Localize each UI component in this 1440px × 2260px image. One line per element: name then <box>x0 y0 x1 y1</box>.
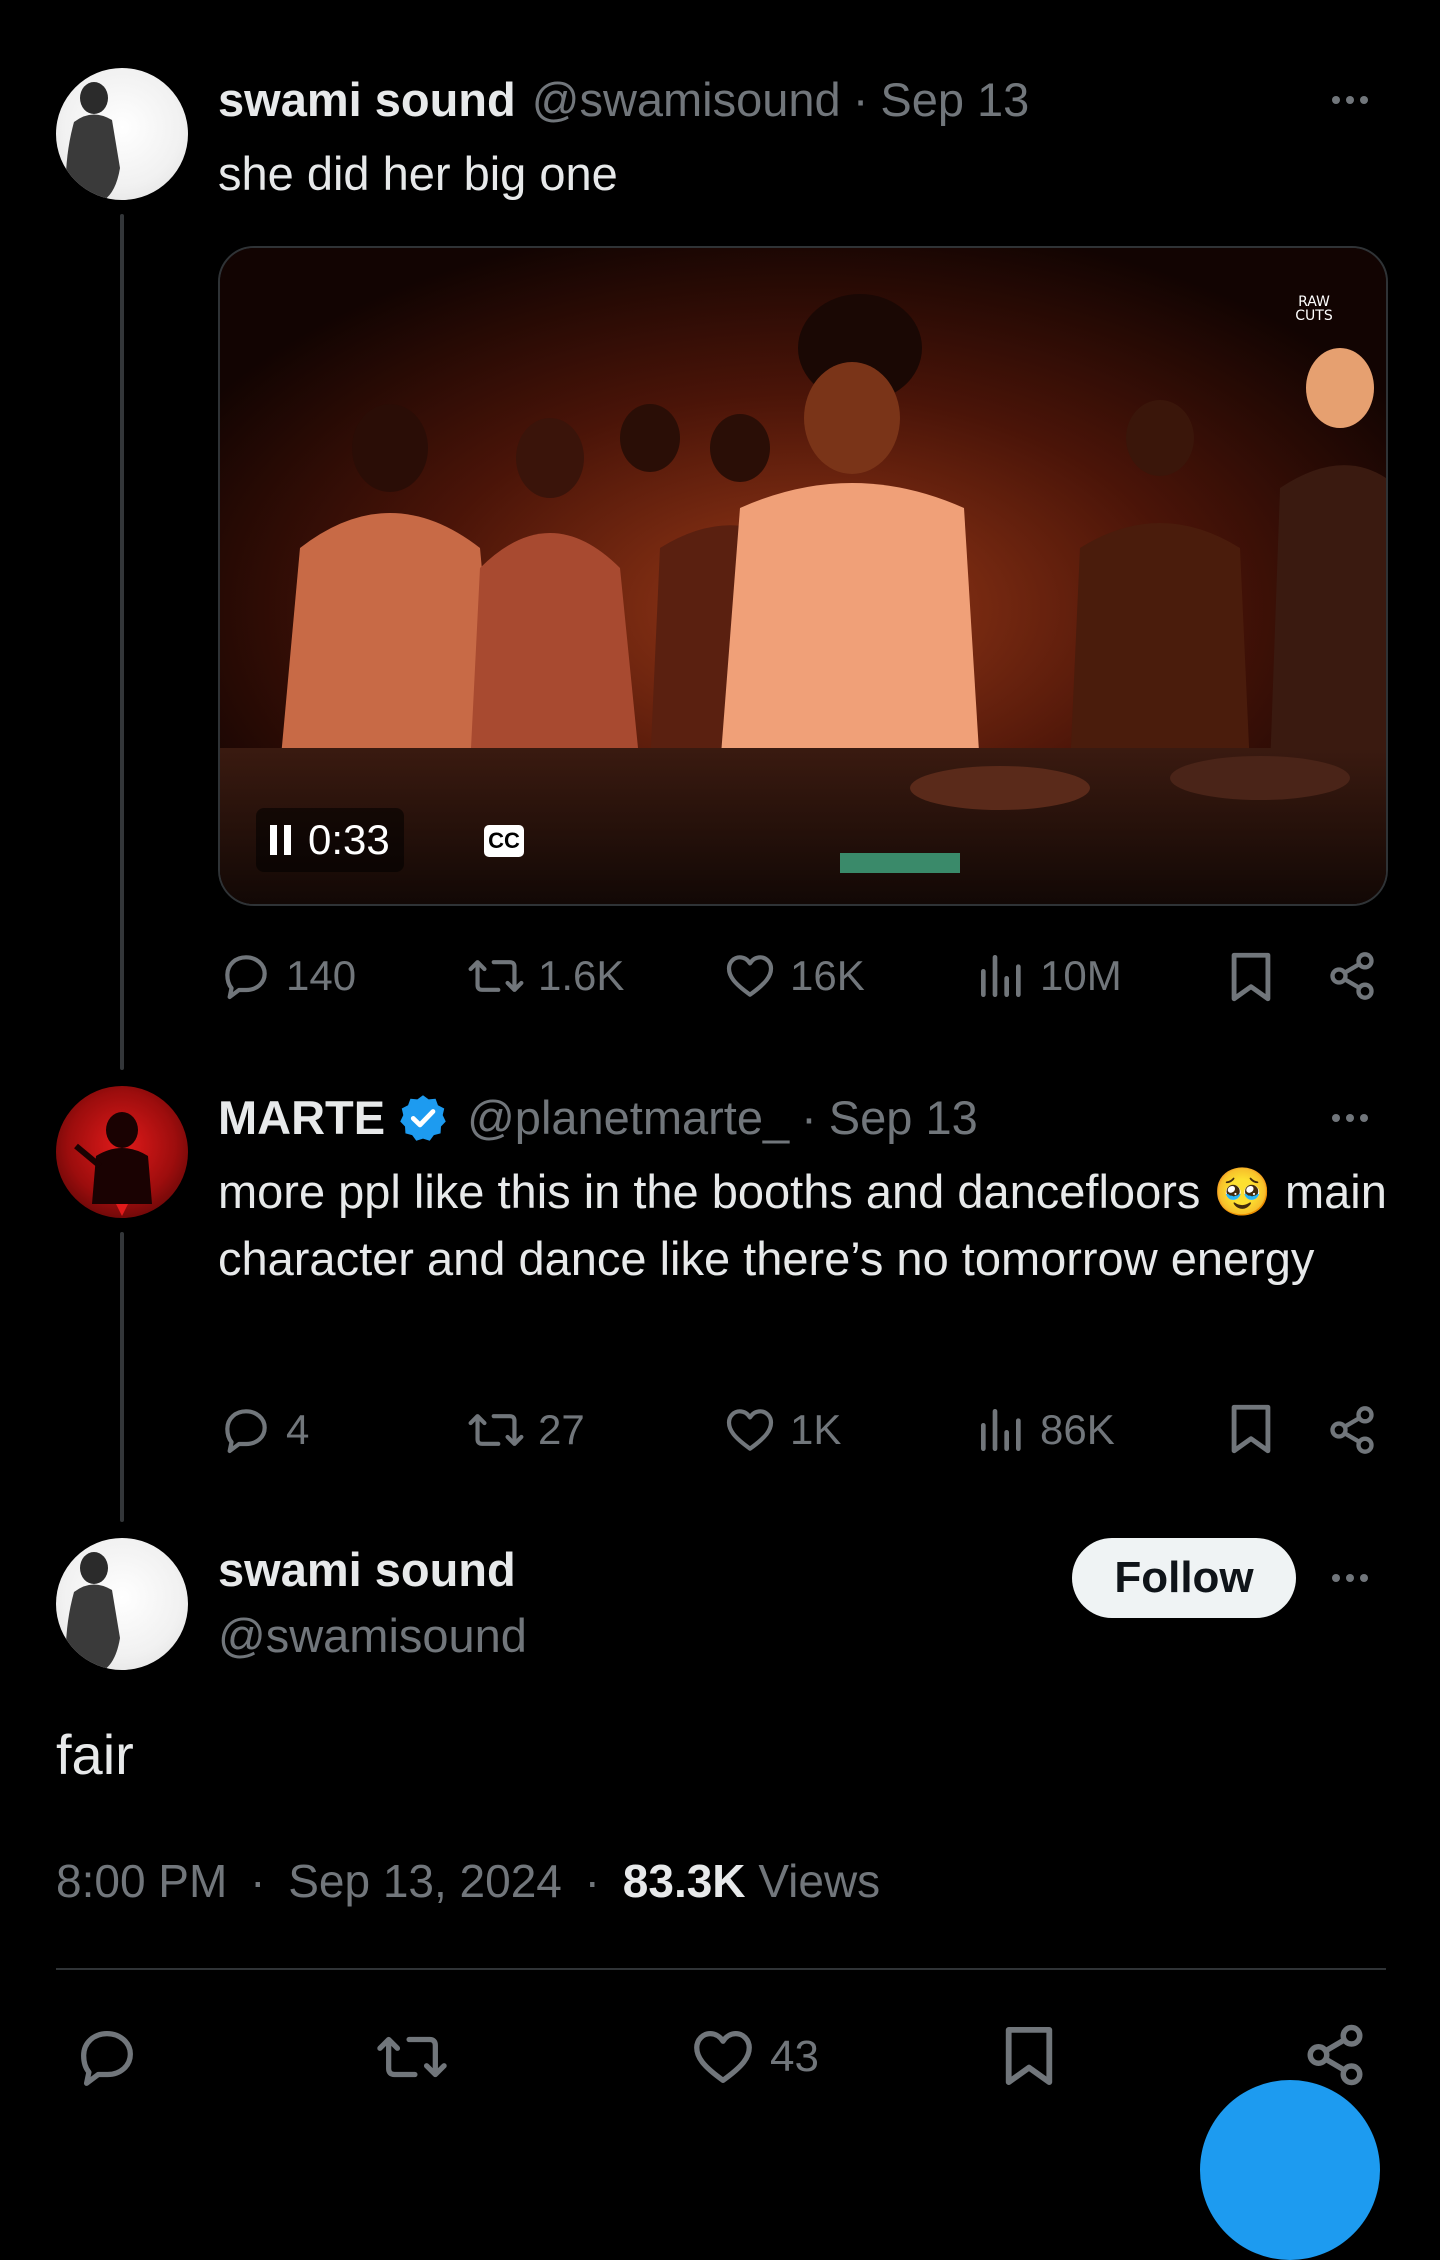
reply-count: 4 <box>286 1406 310 1453</box>
avatar-swami-sound[interactable] <box>56 68 188 200</box>
video-controls: 0:33 <box>256 808 404 872</box>
compose-fab-button[interactable] <box>1200 2080 1380 2260</box>
header-separator: · <box>852 73 869 126</box>
author-name[interactable]: swami sound <box>218 72 516 127</box>
views-button[interactable]: 10M <box>976 948 1122 1004</box>
closed-captions-button[interactable]: CC <box>484 825 524 857</box>
like-count: 16K <box>790 952 865 999</box>
author-handle[interactable]: @swamisound <box>218 1608 527 1663</box>
reply-count: 140 <box>286 952 357 999</box>
author-name[interactable]: swami sound <box>218 1542 516 1597</box>
reply-icon <box>81 2031 133 2086</box>
tweet-full-date[interactable]: Sep 13, 2024 <box>288 1855 562 1907</box>
heart-icon <box>726 955 774 997</box>
views-chart-icon <box>981 1409 1021 1451</box>
tweet-2-header: MARTE @planetmarte_ · Sep 13 <box>218 1090 978 1145</box>
repost-count: 1.6K <box>538 952 625 999</box>
like-button[interactable]: 43 <box>688 2022 819 2092</box>
svg-text:CUTS: CUTS <box>1295 308 1333 324</box>
tweet-date[interactable]: Sep 13 <box>880 72 1029 127</box>
repost-button[interactable] <box>374 2022 450 2092</box>
tweet-meta: 8:00 PM · Sep 13, 2024 · 83.3K Views <box>56 1854 880 1908</box>
follow-button[interactable]: Follow <box>1072 1538 1296 1618</box>
repost-icon <box>468 1414 524 1446</box>
person-silhouette-icon <box>65 82 120 200</box>
divider <box>56 1968 1386 1970</box>
views-total: 83.3K <box>622 1855 746 1907</box>
video-player[interactable]: RAW CUTS 0:33 CC <box>218 246 1388 906</box>
meta-separator: · <box>584 1855 600 1907</box>
more-options-icon[interactable] <box>1332 1574 1368 1582</box>
views-chart-icon <box>981 955 1021 997</box>
like-count: 43 <box>770 2032 819 2081</box>
reply-button[interactable]: 140 <box>218 948 356 1004</box>
like-button[interactable]: 16K <box>722 948 865 1004</box>
pause-icon[interactable] <box>270 825 292 855</box>
bookmark-icon <box>1231 952 1271 1002</box>
person-silhouette-icon <box>65 1552 120 1670</box>
repost-count: 27 <box>538 1406 585 1453</box>
tweet-text: she did her big one <box>218 147 618 200</box>
bookmark-button[interactable] <box>1000 2018 1058 2094</box>
tweet-time[interactable]: 8:00 PM <box>56 1855 227 1907</box>
repost-button[interactable]: 27 <box>466 1402 585 1458</box>
share-button[interactable] <box>1326 1404 1378 1456</box>
share-icon <box>1330 1406 1374 1454</box>
thread-line <box>120 214 124 1070</box>
more-options-icon[interactable] <box>1332 96 1368 104</box>
reply-icon <box>225 955 267 1000</box>
share-button[interactable] <box>1302 2022 1368 2088</box>
reply-icon <box>225 1409 267 1454</box>
views-label: Views <box>758 1855 881 1907</box>
thread-line <box>120 1232 124 1522</box>
heart-icon <box>726 1409 774 1451</box>
main-tweet-text: fair <box>56 1723 134 1786</box>
avatar-marte[interactable] <box>56 1086 188 1218</box>
reply-button[interactable]: 4 <box>218 1402 309 1458</box>
verified-badge-icon[interactable] <box>397 1092 449 1144</box>
bookmark-button[interactable] <box>1226 948 1276 1006</box>
bookmark-button[interactable] <box>1226 1400 1276 1458</box>
repost-icon <box>468 960 524 992</box>
author-handle[interactable]: @swamisound <box>532 72 841 127</box>
like-button[interactable]: 1K <box>722 1402 841 1458</box>
author-handle[interactable]: @planetmarte_ <box>467 1090 789 1145</box>
repost-button[interactable]: 1.6K <box>466 948 624 1004</box>
tweet-text: more ppl like this in the booths and dan… <box>218 1165 1387 1285</box>
avatar-swami-sound[interactable] <box>56 1538 188 1670</box>
repost-icon <box>377 2036 447 2078</box>
bookmark-icon <box>1231 1404 1271 1454</box>
views-count: 10M <box>1040 952 1122 999</box>
share-icon <box>1307 2024 1363 2086</box>
more-options-icon[interactable] <box>1332 1114 1368 1122</box>
header-separator: · <box>801 1091 817 1144</box>
tweet-1-header: swami sound @swamisound · Sep 13 <box>218 72 1029 127</box>
video-time: 0:33 <box>308 816 390 863</box>
bookmark-icon <box>1005 2027 1053 2085</box>
silhouette-icon <box>74 1112 152 1216</box>
views-count: 86K <box>1040 1406 1115 1453</box>
share-icon <box>1330 952 1374 1000</box>
reply-button[interactable] <box>72 2022 142 2092</box>
meta-separator: · <box>250 1855 266 1907</box>
views-button[interactable]: 86K <box>976 1402 1115 1458</box>
video-frame: RAW CUTS <box>220 248 1386 904</box>
author-name[interactable]: MARTE <box>218 1090 385 1145</box>
share-button[interactable] <box>1326 950 1378 1002</box>
tweet-date[interactable]: Sep 13 <box>829 1090 978 1145</box>
heart-icon <box>694 2031 752 2083</box>
like-count: 1K <box>790 1406 842 1453</box>
